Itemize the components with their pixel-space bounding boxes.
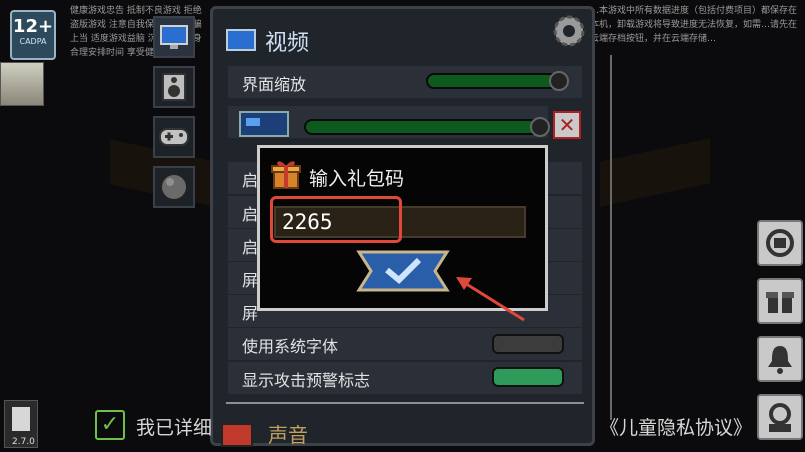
ui-scale-slider[interactable] <box>426 73 564 89</box>
ui-scale-label: 界面缩放 <box>242 75 307 94</box>
vertical-scrollbar[interactable] <box>610 55 612 420</box>
panel-title: 视频 <box>265 31 310 56</box>
speaker-icon <box>162 73 186 101</box>
gear-icon[interactable] <box>550 12 588 50</box>
agreement-checkbox[interactable]: ✓ <box>95 410 125 440</box>
gift-button[interactable] <box>757 278 803 324</box>
tab-controls[interactable] <box>153 116 195 158</box>
info-icon <box>12 407 30 431</box>
close-icon[interactable]: ✕ <box>553 111 581 139</box>
confirm-button[interactable] <box>355 248 451 294</box>
setting-row-b-label: 启 <box>242 205 259 224</box>
cloud-sync-button[interactable] <box>757 220 803 266</box>
attack-warning-toggle[interactable] <box>492 367 564 387</box>
agreement-text: 我已详细 <box>136 417 213 439</box>
tab-other[interactable] <box>153 166 195 208</box>
attack-warning-label: 显示攻击预警标志 <box>242 371 371 390</box>
gift-icon <box>766 292 794 313</box>
age-rating-sub: CADPA <box>19 37 47 46</box>
support-icon <box>769 403 791 432</box>
sync-icon <box>766 229 794 257</box>
monitor-icon <box>226 29 256 51</box>
version-label: 2.7.0 <box>12 437 35 447</box>
age-rating-badge: 12+ CADPA <box>10 10 56 60</box>
ui-scale-slider-knob[interactable] <box>549 71 569 91</box>
panel-header: 视频 <box>225 25 309 57</box>
age-rating-number: 12+ <box>12 16 54 37</box>
ball-icon <box>160 173 188 201</box>
setting-row-a-label: 启 <box>242 171 259 190</box>
tab-video[interactable] <box>153 16 195 58</box>
gamepad-icon <box>159 128 189 146</box>
input-highlight-box <box>270 196 402 243</box>
bell-icon <box>768 346 792 374</box>
background-wing-right <box>600 138 710 207</box>
notification-button[interactable] <box>757 336 803 382</box>
setting-row-c-label: 启 <box>242 238 259 257</box>
brightness-slider-knob[interactable] <box>530 117 550 137</box>
system-font-toggle[interactable] <box>492 334 564 354</box>
brightness-slider[interactable] <box>304 119 546 135</box>
gift-icon <box>271 161 301 189</box>
monitor-icon <box>160 25 188 49</box>
support-button[interactable] <box>757 394 803 440</box>
gift-dialog-title: 输入礼包码 <box>309 168 405 190</box>
panel-divider <box>226 402 584 404</box>
monitor-icon <box>239 111 289 137</box>
avatar[interactable] <box>0 62 44 106</box>
setting-row-d-label: 屏 <box>242 271 259 290</box>
setting-row-e-label: 屏 <box>242 304 259 323</box>
child-privacy-link[interactable]: 《儿童隐私协议》 <box>600 413 752 440</box>
system-font-label: 使用系统字体 <box>242 337 339 356</box>
sound-tab-label[interactable]: 声音 <box>268 419 308 448</box>
pointer-arrow <box>456 277 525 322</box>
tab-audio[interactable] <box>153 66 195 108</box>
save-notice: …本游戏中所有数据进度（包括付费项目）都保存在本机，卸载游戏将导致进度无法恢复，… <box>590 6 798 44</box>
